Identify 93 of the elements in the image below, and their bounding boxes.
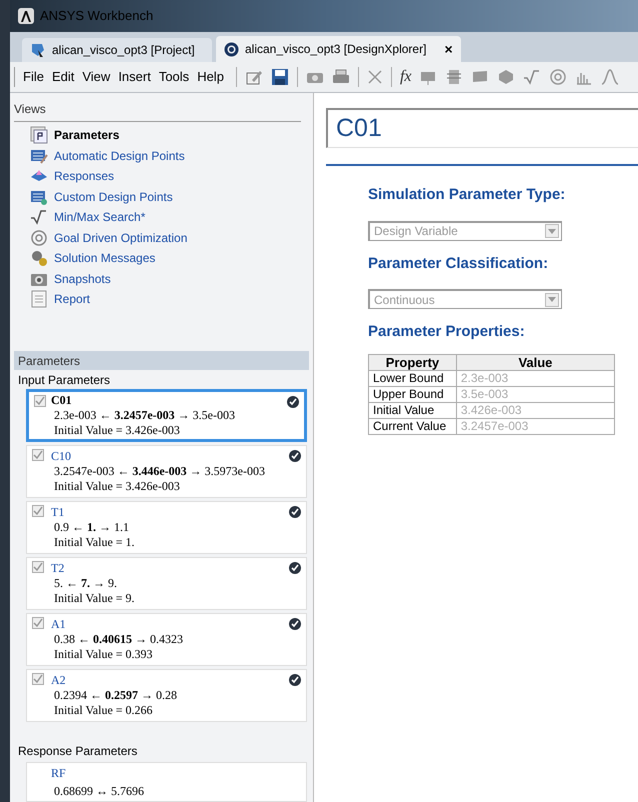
distribution-icon[interactable] (601, 68, 620, 86)
menu-item[interactable]: Insert (114, 67, 155, 87)
menu-item[interactable]: View (78, 67, 114, 87)
table-cell: Initial Value (368, 402, 456, 418)
parameter-name: A1 (51, 617, 67, 632)
tab[interactable]: alican_visco_opt3 [DesignXplorer] × (216, 36, 461, 62)
navigation-link[interactable]: Goal Driven Optimization (54, 228, 188, 247)
parameter-name: T1 (51, 505, 66, 520)
delete-icon[interactable] (366, 69, 383, 85)
parameter-range: 3.2547e-003 ← 3.446e-003 → 3.5973e-003 (53, 464, 266, 479)
check-circle-icon (289, 450, 301, 462)
parameter-card[interactable]: T1 0.9 ← 1. → 1.1 Initial Value = 1. (26, 501, 307, 554)
parameter-name: C10 (51, 449, 72, 464)
navigation-link[interactable]: Report (54, 290, 90, 308)
section-heading: Parameter Properties: (368, 322, 526, 342)
target-icon (30, 228, 48, 247)
parameter-card[interactable]: A1 0.38 ← 0.40615 → 0.4323 Initial Value = 0.393 (26, 613, 307, 666)
initial-value: Initial Value = 0.266 (53, 703, 154, 718)
parameters-icon (30, 126, 48, 144)
table-cell: 3.5e-003 (456, 386, 614, 402)
panel-title: Views (14, 102, 46, 116)
parameter-card[interactable]: RF 0.68699 ↔ 5.7696 (26, 762, 307, 802)
ansys-logo-icon (18, 8, 34, 24)
section-label: Input Parameters (17, 372, 112, 389)
parameter-card[interactable]: C01 2.3e-003 ← 3.2457e-003 → 3.5e-003 Initial Value = 3.426e-003 (26, 389, 307, 442)
parameter-range: 0.2394 ← 0.2597 → 0.28 (53, 688, 178, 703)
parameter-name: T2 (51, 561, 66, 576)
table-cell: Lower Bound (368, 370, 456, 386)
panel-header: Parameters (14, 351, 309, 370)
parameter-name: A2 (51, 673, 67, 688)
initial-value: Initial Value = 3.426e-003 (53, 479, 181, 494)
initial-value: Initial Value = 1. (53, 535, 136, 550)
navigation-link[interactable]: Custom Design Points (54, 188, 173, 206)
check-circle-icon (289, 506, 301, 518)
formula-button[interactable]: fx (400, 65, 412, 89)
initial-value: Initial Value = 9. (53, 591, 136, 606)
parameter-range: 0.68699 ↔ 5.7696 (53, 783, 145, 800)
report-icon (30, 290, 48, 308)
navigation-link[interactable]: Min/Max Search* (54, 208, 146, 226)
min-max-icon[interactable] (523, 68, 542, 86)
navigation-link[interactable]: Parameters (54, 126, 120, 144)
checkbox[interactable] (32, 561, 44, 573)
navigation-link[interactable]: Responses (54, 167, 114, 186)
save-icon[interactable] (270, 68, 289, 86)
dx-badge-icon (224, 42, 239, 56)
close-icon[interactable]: × (444, 38, 453, 60)
table-cell: Upper Bound (368, 386, 456, 402)
column-header: Property (368, 354, 456, 370)
parameter-name: RF (51, 765, 67, 782)
table-cell: 3.2457e-003 (456, 418, 614, 434)
target-icon[interactable] (549, 68, 568, 86)
section-heading: Simulation Parameter Type: (368, 185, 566, 205)
edit-icon[interactable] (244, 68, 263, 86)
navigation-link[interactable]: Snapshots (54, 270, 111, 288)
tab[interactable]: alican_visco_opt3 [Project] (22, 38, 212, 62)
menu-item[interactable]: File (19, 67, 48, 87)
caret-icon (548, 297, 556, 302)
window-title: ANSYS Workbench (40, 7, 154, 26)
menu-item[interactable]: Edit (48, 67, 78, 87)
initial-value: Initial Value = 0.393 (53, 647, 154, 662)
check-circle-icon (289, 618, 301, 630)
parameter-range: 2.3e-003 ← 3.2457e-003 → 3.5e-003 (53, 408, 236, 423)
table-cell: Current Value (368, 418, 456, 434)
navigation-link[interactable]: Automatic Design Points (54, 146, 185, 165)
column-header: Value (456, 354, 614, 370)
table-cell: 3.426e-003 (456, 402, 614, 418)
section-label: Response Parameters (17, 743, 138, 760)
caret-icon (548, 228, 556, 234)
min-max-icon (30, 208, 48, 226)
check-circle-icon (289, 562, 301, 574)
parameter-range: 0.38 ← 0.40615 → 0.4323 (53, 632, 184, 647)
menu-item[interactable]: Tools (154, 67, 194, 87)
initial-value: Initial Value = 3.426e-003 (53, 423, 181, 438)
parameter-range: 5. ← 7. → 9. (53, 576, 118, 591)
parameter-card[interactable]: A2 0.2394 ← 0.2597 → 0.28 Initial Value = 0.266 (26, 669, 307, 722)
checkbox[interactable] (32, 505, 44, 517)
checkbox[interactable] (32, 673, 44, 685)
menu-item[interactable]: Help (193, 67, 228, 87)
printer-icon[interactable] (332, 68, 350, 86)
check-circle-icon (289, 674, 301, 686)
checkbox[interactable] (32, 449, 44, 461)
parameter-name: C01 (51, 393, 73, 408)
parameter-name-field[interactable]: C01 (326, 108, 638, 148)
parameter-card[interactable]: T2 5. ← 7. → 9. Initial Value = 9. (26, 557, 307, 610)
table-cell: 2.3e-003 (456, 370, 614, 386)
parameter-card[interactable]: C10 3.2547e-003 ← 3.446e-003 → 3.5973e-003 Initial Value = 3.426e-003 (26, 445, 307, 498)
checkbox[interactable] (34, 395, 46, 407)
project-icon (30, 42, 46, 58)
parameter-range: 0.9 ← 1. → 1.1 (53, 520, 130, 535)
section-heading: Parameter Classification: (368, 254, 550, 274)
checkbox[interactable] (32, 617, 44, 629)
navigation-link[interactable]: Solution Messages (54, 249, 156, 268)
check-circle-icon (287, 396, 299, 408)
